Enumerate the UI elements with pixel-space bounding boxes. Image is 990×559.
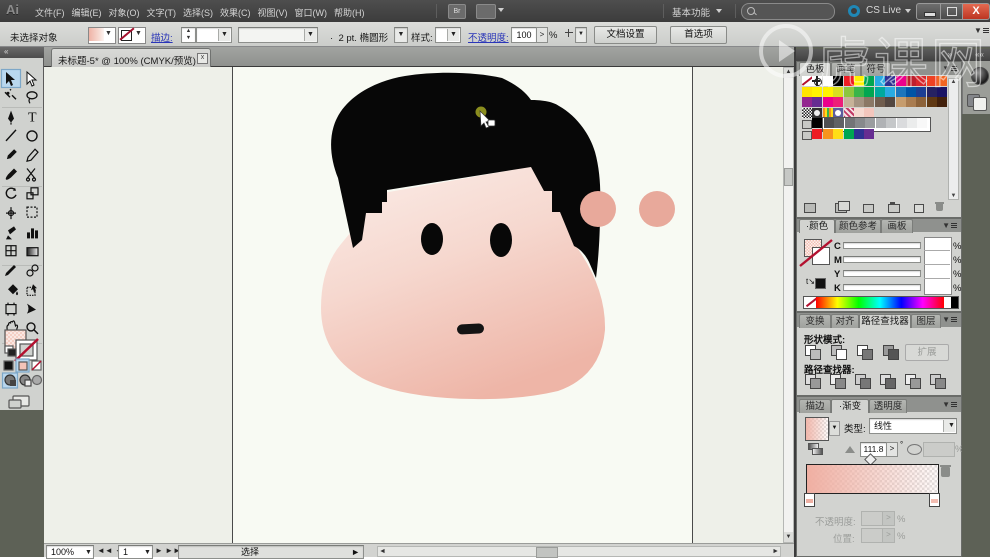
svg-text:T: T (28, 111, 37, 126)
